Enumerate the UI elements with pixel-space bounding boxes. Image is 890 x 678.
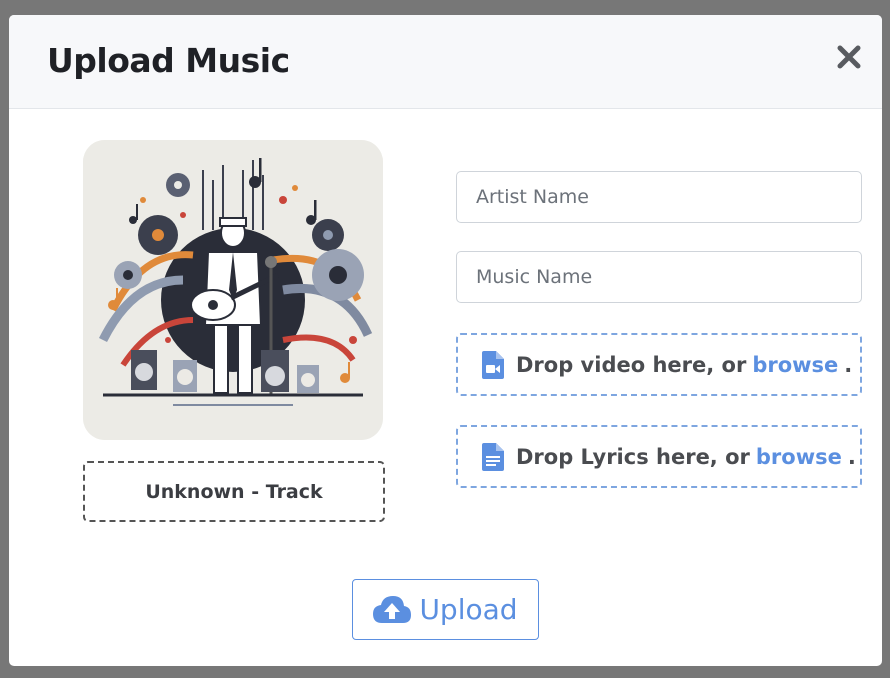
video-dropzone-text: Drop video here, or	[516, 352, 747, 377]
lyrics-dropzone-text: Drop Lyrics here, or	[516, 444, 750, 469]
album-cover-image	[83, 140, 383, 440]
music-name-input[interactable]	[456, 251, 862, 303]
artist-name-input[interactable]	[456, 171, 862, 223]
upload-music-modal: Upload Music Unknown - Track Artist Name…	[9, 15, 882, 666]
lyrics-dropzone[interactable]: Drop Lyrics here, or browse .	[456, 425, 862, 488]
video-browse-link[interactable]: browse	[752, 353, 838, 377]
video-dropzone[interactable]: Drop video here, or browse .	[456, 333, 862, 396]
video-dropzone-period: .	[844, 352, 853, 377]
track-label: Unknown - Track	[83, 461, 385, 522]
document-file-icon	[482, 442, 504, 471]
upload-button[interactable]: Upload	[352, 579, 539, 640]
lyrics-browse-link[interactable]: browse	[756, 445, 842, 469]
modal-title: Upload Music	[47, 41, 290, 80]
modal-header: Upload Music	[9, 15, 882, 109]
close-icon[interactable]	[836, 44, 862, 70]
upload-button-label: Upload	[419, 593, 518, 626]
cloud-upload-icon	[373, 595, 412, 623]
video-file-icon	[482, 350, 504, 379]
lyrics-dropzone-period: .	[847, 444, 856, 469]
